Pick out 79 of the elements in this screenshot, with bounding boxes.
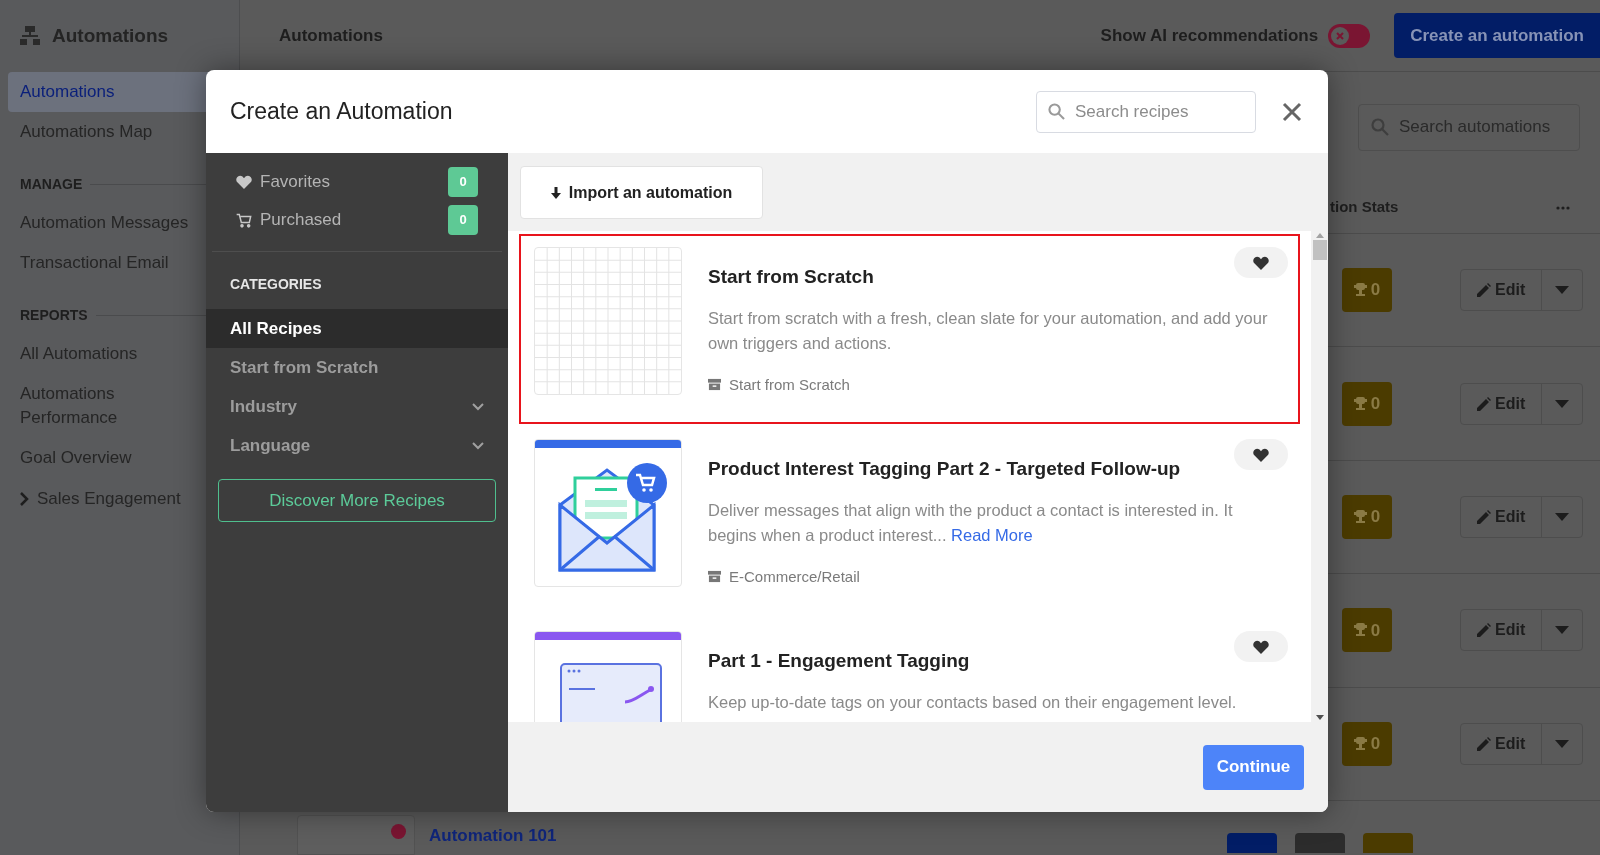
page-title: Automations (279, 24, 383, 47)
caret-icon (1555, 626, 1570, 635)
scrollbar-thumb[interactable] (1312, 240, 1327, 260)
read-more-link[interactable]: Read More (951, 525, 1033, 544)
filter-link[interactable]: Purchased (260, 207, 342, 233)
goal-count-badge: 0 (1342, 721, 1392, 766)
goal-count-badge: 0 (1342, 495, 1392, 539)
status-badge (1294, 833, 1345, 854)
discover-recipes-button[interactable]: Discover More Recipes (218, 479, 496, 522)
heart-icon (1253, 447, 1269, 462)
import-automation-button[interactable]: Import an automation (520, 166, 763, 219)
recipe-title: Start from Scratch (708, 265, 874, 289)
trophy-icon (1353, 623, 1367, 638)
modal-title: Create an Automation (230, 97, 453, 127)
category-item[interactable]: Start from Scratch (206, 348, 508, 387)
heart-icon (1253, 255, 1269, 270)
ai-toggle[interactable] (1328, 23, 1371, 48)
chevron-icon (20, 491, 29, 506)
heart-icon (1253, 639, 1269, 654)
sitemap-icon (20, 26, 40, 46)
create-automation-button[interactable]: Create an automation (1394, 13, 1600, 58)
recipe-card[interactable]: Part 1 - Engagement Tagging Keep up-to-date tags on your contacts based on their engagement level. (519, 618, 1300, 722)
automation-name: Automation 101 (429, 825, 557, 848)
trophy-icon (1353, 283, 1367, 298)
pencil-icon (1477, 623, 1491, 638)
count-badge: 0 (448, 205, 478, 235)
category-label: E-Commerce/Retail (729, 566, 860, 587)
favorite-button[interactable] (1234, 439, 1288, 470)
trophy-icon (1353, 396, 1367, 411)
recipe-card[interactable]: Start from Scratch Start from scratch with a fresh, clean slate for your automation, and add your own triggers and actions. Start from Scratch (519, 234, 1300, 424)
heart-icon (236, 175, 252, 189)
category-item[interactable]: Language (206, 426, 508, 465)
favorite-button[interactable] (1234, 247, 1288, 278)
search-icon (1048, 102, 1065, 120)
recipe-description: Start from scratch with a fresh, clean slate for your automation, and add your own triggers and actions. (708, 307, 1269, 354)
recipe-card[interactable]: Product Interest Tagging Part 2 - Targeted Follow-up Deliver messages that align with the product a contact is interested in. It begins when a product interest... Read More E-Commerce/Retail (519, 426, 1300, 616)
goal-count-badge: 0 (1342, 381, 1392, 426)
continue-button[interactable]: Continue (1203, 744, 1304, 790)
close-icon (1282, 101, 1302, 122)
section-heading: MANAGE (20, 175, 83, 194)
toggle-label: Show AI recommendations (1100, 24, 1319, 47)
category-item[interactable]: Industry (206, 387, 508, 426)
caret-icon (1555, 286, 1570, 295)
recipe-description: Deliver messages that align with the product a contact is interested in. It begins when a product interest... Read More (708, 499, 1234, 546)
favorite-button[interactable] (1234, 631, 1288, 662)
download-arrow-icon (550, 186, 561, 199)
status-badge (1226, 833, 1277, 854)
pencil-icon (1477, 396, 1491, 411)
pencil-icon (1477, 736, 1491, 751)
category-item[interactable]: All Recipes (206, 309, 508, 348)
caret-icon (1555, 399, 1570, 408)
archive-icon (708, 570, 721, 584)
status-badge (1362, 833, 1413, 854)
trophy-icon (1353, 510, 1367, 524)
search-recipes-field[interactable]: Search recipes (1036, 90, 1256, 133)
goal-count-badge: 0 (1342, 608, 1392, 653)
cart-icon (236, 212, 252, 228)
search-icon (1371, 117, 1389, 136)
sidebar-title: Automations (52, 23, 169, 48)
pencil-icon (1477, 510, 1491, 524)
archive-icon (708, 378, 721, 392)
scroll-down-icon (1315, 715, 1324, 720)
recipe-title: Part 1 - Engagement Tagging (708, 649, 970, 673)
section-heading: REPORTS (20, 306, 88, 325)
pencil-icon (1477, 283, 1491, 298)
filter-link[interactable]: Favorites (260, 169, 330, 195)
caret-icon (1555, 513, 1570, 521)
category-label: Start from Scratch (729, 374, 850, 395)
close-icon (1336, 31, 1345, 40)
recipe-description: Keep up-to-date tags on your contacts based on their engagement level. (708, 691, 1238, 713)
goal-count-badge: 0 (1342, 268, 1392, 313)
column-header: tion Stats (1330, 197, 1399, 218)
count-badge: 0 (448, 167, 478, 197)
recipe-title: Product Interest Tagging Part 2 - Targeted Follow-up (708, 457, 1181, 481)
categories-heading: CATEGORIES (229, 275, 323, 294)
more-icon (1556, 205, 1570, 210)
caret-icon (1555, 739, 1570, 748)
trophy-icon (1353, 736, 1367, 751)
scroll-up-icon (1315, 233, 1324, 238)
